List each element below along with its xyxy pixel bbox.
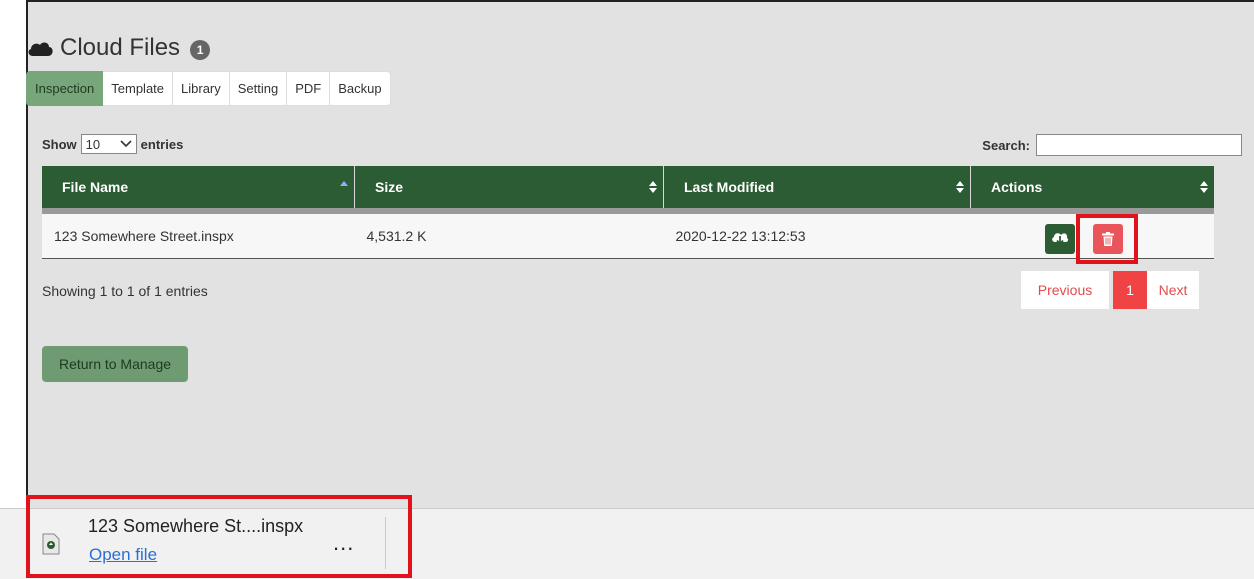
cloud-icon	[28, 42, 53, 56]
sort-both-icon	[1200, 181, 1208, 193]
tab-backup[interactable]: Backup	[330, 71, 391, 106]
cell-size: 4,531.2 K	[354, 211, 664, 259]
download-button-highlight	[1076, 214, 1138, 264]
entries-label: entries	[140, 136, 184, 152]
return-to-manage-button[interactable]: Return to Manage	[42, 346, 188, 382]
column-header-file-name[interactable]: File Name	[42, 166, 355, 214]
tab-setting[interactable]: Setting	[229, 71, 288, 106]
column-header-size[interactable]: Size	[354, 166, 664, 214]
tab-inspection[interactable]: Inspection	[26, 71, 104, 106]
sort-both-icon	[649, 181, 657, 193]
column-header-actions[interactable]: Actions	[970, 166, 1214, 214]
pagination: Previous 1 Next	[1021, 271, 1199, 309]
download-item-highlight	[26, 495, 412, 578]
page-title: Cloud Files	[60, 34, 181, 61]
entries-select-value: 10	[85, 136, 101, 152]
pagination-page-1[interactable]: 1	[1113, 271, 1147, 309]
cell-file-name: 123 Somewhere Street.inspx	[42, 211, 355, 259]
pagination-previous[interactable]: Previous	[1021, 271, 1109, 309]
page-header: Cloud Files 1	[26, 34, 211, 62]
column-header-last-modified[interactable]: Last Modified	[663, 166, 971, 214]
sort-both-icon	[956, 181, 964, 193]
entries-length-control: Show 10 entries	[42, 134, 183, 154]
files-table: File Name Size Last Modified Actions 123…	[42, 166, 1214, 259]
pagination-next[interactable]: Next	[1147, 271, 1199, 309]
tab-template[interactable]: Template	[103, 71, 174, 106]
search-label: Search:	[982, 137, 1030, 153]
tab-library[interactable]: Library	[173, 71, 230, 106]
table-header-row: File Name Size Last Modified Actions	[42, 166, 1214, 214]
search-control: Search:	[982, 134, 1242, 156]
sort-ascending-icon	[340, 181, 348, 186]
table-info: Showing 1 to 1 of 1 entries	[42, 283, 208, 299]
tab-pdf[interactable]: PDF	[287, 71, 331, 106]
cell-last-modified: 2020-12-22 13:12:53	[663, 211, 971, 259]
search-input[interactable]	[1036, 134, 1242, 156]
tab-bar: Inspection Template Library Setting PDF …	[26, 71, 391, 106]
entries-select[interactable]: 10	[80, 134, 137, 154]
table-row: 123 Somewhere Street.inspx 4,531.2 K 202…	[42, 211, 1214, 259]
cloud-download-icon	[1051, 233, 1068, 246]
count-badge: 1	[190, 40, 211, 60]
chevron-down-icon	[120, 140, 132, 148]
download-button[interactable]	[1044, 224, 1075, 254]
show-label: Show	[42, 136, 77, 152]
